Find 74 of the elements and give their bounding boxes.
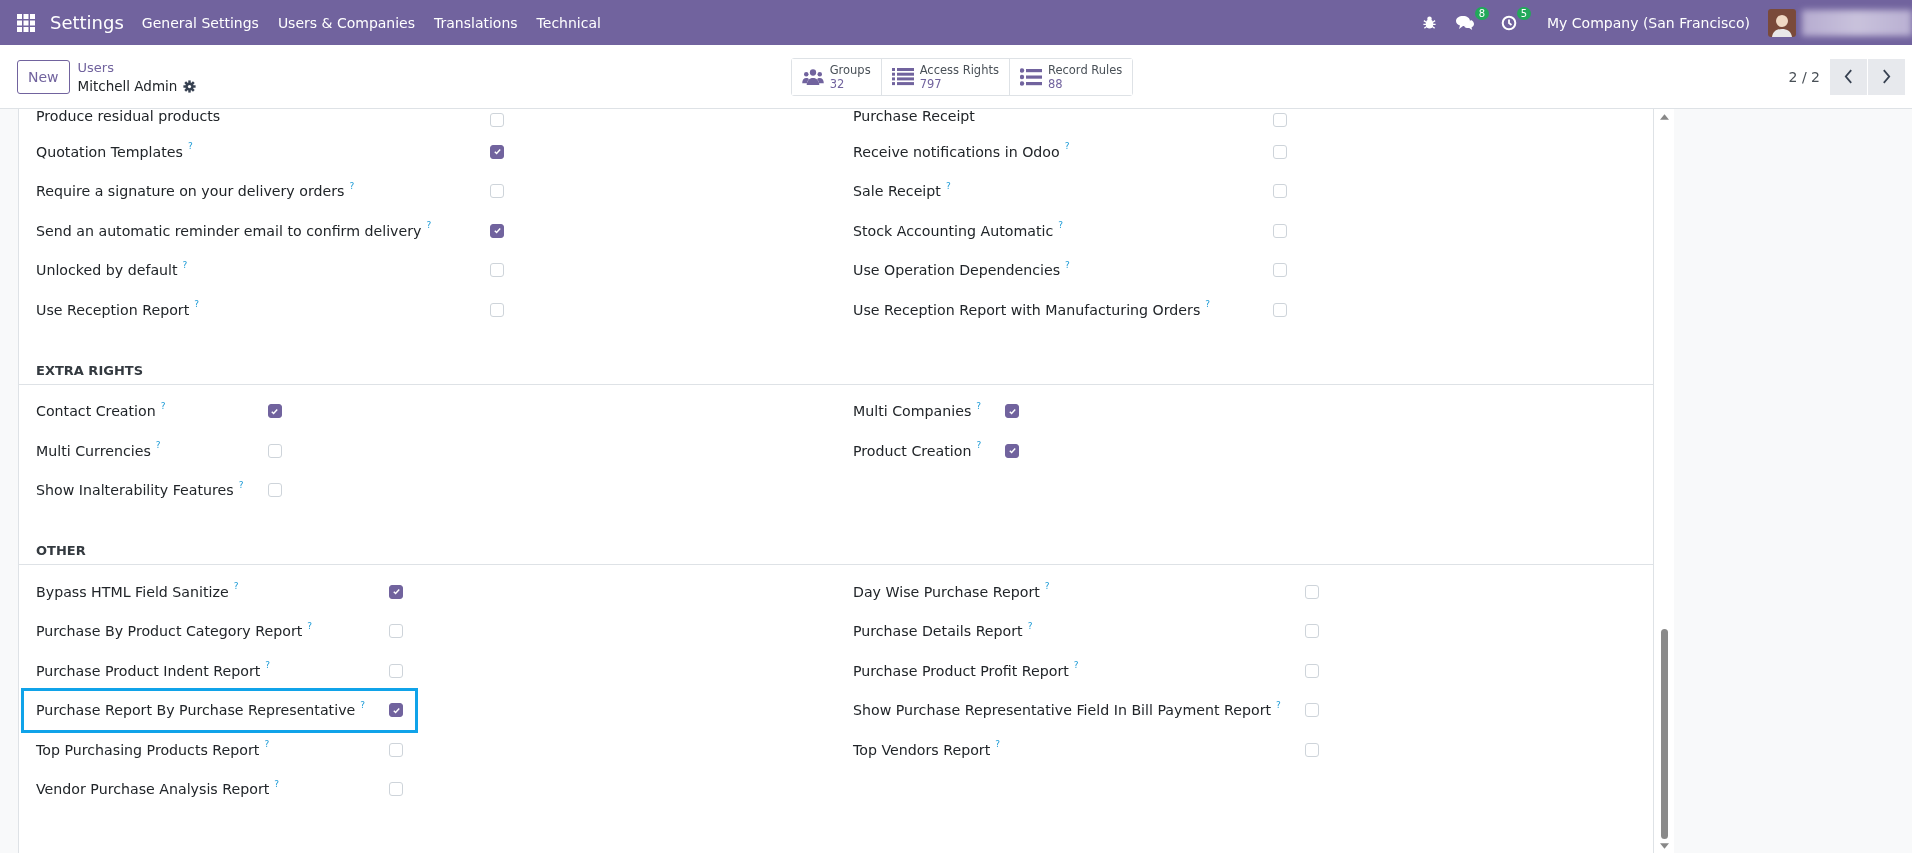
checkbox[interactable] xyxy=(267,404,282,419)
check-icon xyxy=(391,705,401,715)
field-label: Quotation Templates $^{?}$ xyxy=(36,140,194,162)
field-label: Purchase By Product Category Report $^{?}$ xyxy=(36,619,314,642)
chevron-right-icon xyxy=(1882,69,1891,84)
menu-item[interactable]: General Settings xyxy=(141,14,259,31)
check-icon xyxy=(1007,446,1017,456)
check-icon xyxy=(492,226,502,236)
checkbox[interactable] xyxy=(490,223,504,238)
field-label: Send an automatic reminder email to confirm delivery $^{?}$ xyxy=(36,219,433,241)
scrollbar[interactable] xyxy=(1654,108,1674,853)
scrollbar-thumb[interactable] xyxy=(1660,629,1668,839)
field-label: Bypass HTML Field Sanitize $^{?}$ xyxy=(36,580,240,602)
app-grid-icon[interactable] xyxy=(17,13,35,32)
message-count-badge: 8 xyxy=(1474,6,1490,20)
record-name: Mitchell Admin xyxy=(77,76,178,96)
section-heading: OTHER xyxy=(36,543,86,558)
field-label: Multi Currencies $^{?}$ xyxy=(36,439,162,461)
field-label: Multi Companies $^{?}$ xyxy=(853,399,983,422)
checkbox[interactable] xyxy=(1005,443,1020,458)
avatar-icon[interactable] xyxy=(1768,8,1796,37)
previous-button[interactable] xyxy=(1830,58,1867,95)
list-icon xyxy=(1019,67,1042,86)
checkbox[interactable] xyxy=(1005,404,1020,419)
activity-count-badge: 5 xyxy=(1516,6,1532,20)
field-label: Top Vendors Report $^{?}$ xyxy=(853,738,1001,760)
company-switcher[interactable]: My Company (San Francisco) xyxy=(1547,14,1750,31)
field-label: Purchase Product Profit Report $^{?}$ xyxy=(853,659,1080,681)
checkbox[interactable] xyxy=(389,584,404,599)
field-label: Stock Accounting Automatic $^{?}$ xyxy=(853,219,1065,241)
breadcrumb-link[interactable]: Users xyxy=(77,57,197,77)
field-label: Use Operation Dependencies $^{?}$ xyxy=(853,258,1071,281)
field-label: Show Inalterability Features $^{?}$ xyxy=(36,478,245,501)
list-icon xyxy=(891,67,914,86)
users-icon xyxy=(801,67,824,86)
stat-button[interactable]: Groups 32 xyxy=(791,58,882,95)
field-label: Contact Creation $^{?}$ xyxy=(36,399,167,422)
field-label: Produce residual products xyxy=(36,108,222,126)
gear-icon[interactable] xyxy=(183,79,197,93)
scroll-up-icon[interactable] xyxy=(1659,114,1669,120)
field-label: Use Reception Report with Manufacturing Orders $^{?}$ xyxy=(853,298,1212,320)
field-label: Receive notifications in Odoo $^{?}$ xyxy=(853,140,1071,162)
chevron-left-icon xyxy=(1844,69,1853,84)
scroll-down-icon[interactable] xyxy=(1659,843,1669,849)
pager-value: 2 / 2 xyxy=(1788,68,1820,85)
check-icon xyxy=(492,147,502,157)
menu-item[interactable]: Technical xyxy=(536,14,601,31)
field-label: Sale Receipt $^{?}$ xyxy=(853,179,952,202)
field-label: Purchase Receipt xyxy=(853,108,976,126)
check-icon xyxy=(270,406,279,416)
field-label: Day Wise Purchase Report $^{?}$ xyxy=(853,580,1051,602)
check-icon xyxy=(1007,406,1017,416)
check-icon xyxy=(391,587,401,597)
field-label: Require a signature on your delivery orders $^{?}$ xyxy=(36,179,356,202)
field-label: Unlocked by default $^{?}$ xyxy=(36,258,189,281)
field-label: Vendor Purchase Analysis Report $^{?}$ xyxy=(36,777,281,800)
checkbox[interactable] xyxy=(490,144,504,159)
bug-icon[interactable] xyxy=(1422,15,1438,30)
section-heading: EXTRA RIGHTS xyxy=(36,362,143,378)
app-name[interactable]: Settings xyxy=(50,12,124,33)
field-label: Show Purchase Representative Field In Bill Payment Report $^{?}$ xyxy=(853,698,1282,721)
field-label: Purchase Product Indent Report $^{?}$ xyxy=(36,659,272,681)
next-button[interactable] xyxy=(1868,58,1905,95)
new-button[interactable]: New xyxy=(17,59,70,94)
field-label: Product Creation $^{?}$ xyxy=(853,439,983,461)
field-label: Purchase Details Report $^{?}$ xyxy=(853,619,1034,642)
chat-icon[interactable] xyxy=(1455,14,1476,31)
field-label: Use Reception Report $^{?}$ xyxy=(36,298,200,320)
clock-icon[interactable] xyxy=(1501,14,1518,31)
menu-item[interactable]: Translations xyxy=(434,14,518,31)
field-label: Purchase Report By Purchase Representative $^{?}$ xyxy=(36,698,367,721)
field-label: Top Purchasing Products Report $^{?}$ xyxy=(36,738,271,760)
menu-item[interactable]: Users & Companies xyxy=(277,14,415,31)
checkbox[interactable] xyxy=(389,703,404,718)
